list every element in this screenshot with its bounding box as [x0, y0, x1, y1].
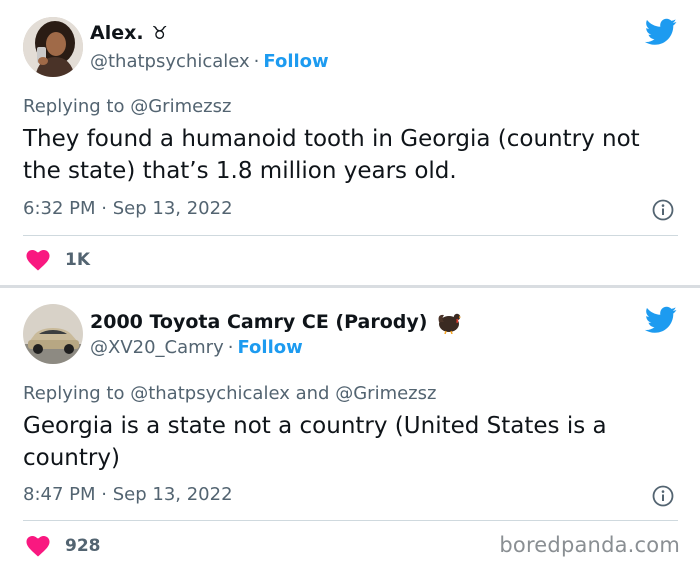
separator-dot: · [253, 51, 260, 72]
turkey-emoji-icon [438, 313, 462, 334]
replying-to-handle[interactable]: @thatpsychicalex [130, 383, 290, 404]
timestamp-row[interactable]: 8:47 PM · Sep 13, 2022 [23, 484, 233, 505]
like-action[interactable]: 928 [25, 535, 101, 557]
avatar[interactable] [23, 17, 83, 77]
follow-button[interactable]: Follow [237, 337, 302, 358]
watermark: boredpanda.com [499, 533, 680, 557]
separator-dot: · [227, 337, 234, 358]
separator-dot: · [101, 484, 107, 505]
divider-line [23, 235, 678, 236]
replying-to-line: Replying to @thatpsychicalex and @Grimez… [23, 383, 436, 404]
like-action[interactable]: 1K [25, 249, 90, 271]
tweet-date: Sep 13, 2022 [112, 198, 233, 219]
display-name-row: Alex. ♉ [90, 22, 168, 44]
replying-to-label: Replying to [23, 96, 125, 117]
display-name-row: 2000 Toyota Camry CE (Parody) [90, 310, 462, 334]
info-icon[interactable] [652, 485, 674, 507]
divider-line [23, 520, 678, 521]
separator-dot: · [101, 198, 107, 219]
user-handle[interactable]: @thatpsychicalex [90, 51, 250, 72]
tweet-time: 8:47 PM [23, 484, 96, 505]
heart-icon[interactable] [25, 535, 51, 557]
tweet-text: They found a humanoid tooth in Georgia (… [23, 126, 640, 184]
handle-row: @XV20_Camry · Follow [90, 337, 303, 358]
timestamp-row[interactable]: 6:32 PM · Sep 13, 2022 [23, 198, 233, 219]
replying-to-line: Replying to @Grimezsz [23, 96, 231, 117]
handle-row: @thatpsychicalex · Follow [90, 51, 329, 72]
replying-to-label: Replying to [23, 383, 125, 404]
tweet-card: Alex. ♉ @thatpsychicalex · Follow Replying… [0, 0, 700, 285]
tweet-time: 6:32 PM [23, 198, 96, 219]
info-icon[interactable] [652, 199, 674, 221]
follow-button[interactable]: Follow [263, 51, 328, 72]
display-name[interactable]: Alex. [90, 22, 144, 44]
tweet-card: 2000 Toyota Camry CE (Parody) @XV20_Camr… [0, 288, 700, 571]
twitter-bird-icon[interactable] [645, 306, 677, 334]
replying-to-handle-2[interactable]: @Grimezsz [335, 383, 436, 404]
tweet-date: Sep 13, 2022 [112, 484, 233, 505]
display-name[interactable]: 2000 Toyota Camry CE (Parody) [90, 311, 427, 333]
replying-to-joiner: and [295, 383, 330, 404]
tweet-text: Georgia is a state not a country (United… [23, 413, 607, 471]
heart-icon[interactable] [25, 249, 51, 271]
avatar[interactable] [23, 304, 83, 364]
replying-to-handle[interactable]: @Grimezsz [130, 96, 231, 117]
like-count: 928 [65, 536, 101, 556]
user-handle[interactable]: @XV20_Camry [90, 337, 224, 358]
twitter-bird-icon[interactable] [645, 18, 677, 46]
taurus-emoji: ♉ [151, 22, 168, 44]
like-count: 1K [65, 250, 91, 270]
